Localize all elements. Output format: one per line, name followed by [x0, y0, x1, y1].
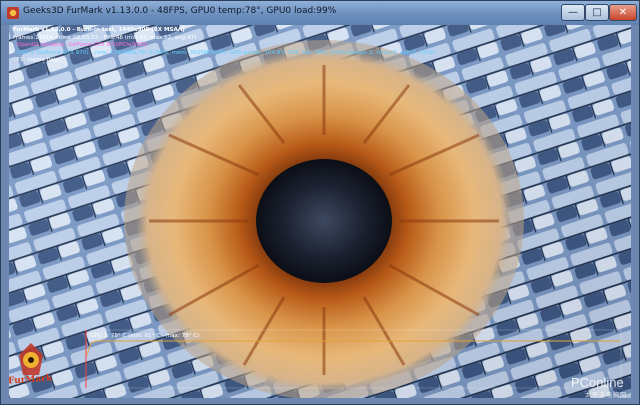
window-title: Geeks3D FurMark v1.13.0.0 - 48FPS, GPU0 … [23, 6, 337, 16]
hud-line-renderer: - OpenGL renderer: GeForce GTX 970/PCIe/… [13, 42, 148, 49]
hud-line-gpu: - GPU 1 (GeForce GTX 970) - core: 1366MH… [13, 49, 435, 56]
watermark-subtext: 太平洋电脑网 [585, 393, 628, 398]
hud-line-help: - F1: toggle help [13, 57, 59, 64]
furmark-app-icon [7, 7, 19, 19]
maximize-button[interactable]: □ [585, 4, 609, 21]
watermark-text: PConline [571, 375, 624, 390]
furmark-window: Geeks3D FurMark v1.13.0.0 - 48FPS, GPU0 … [0, 0, 640, 405]
temp-graph-label: GPU 1: 78° C (min: 61° C - max: 78° C) [90, 333, 200, 339]
fur-donut-scene [9, 25, 631, 398]
hud-overlay: FurMark v1.13.0.0 - Burn-in test, 1440x9… [13, 27, 435, 65]
close-button[interactable]: ✕ [609, 4, 637, 21]
hud-line-frames: Frames:11914 - time:00:03:53 - FPS:48 (m… [13, 34, 197, 41]
title-bar[interactable]: Geeks3D FurMark v1.13.0.0 - 48FPS, GPU0 … [1, 1, 639, 25]
pconline-watermark: PConline 太平洋电脑网 [571, 375, 627, 398]
render-viewport[interactable]: FurMark v1.13.0.0 - Burn-in test, 1440x9… [9, 25, 631, 398]
hud-line-version: FurMark v1.13.0.0 - Burn-in test, 1440x9… [13, 27, 185, 33]
minimize-button[interactable]: — [561, 4, 585, 21]
